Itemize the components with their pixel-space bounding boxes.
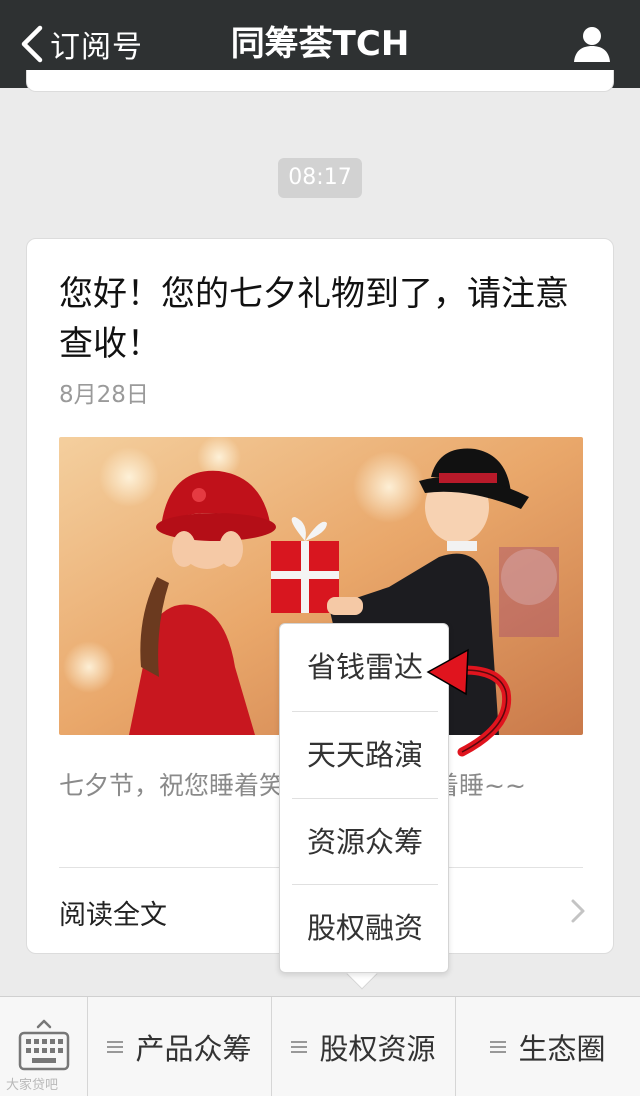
highlight-arrow-icon: [426, 648, 512, 757]
submenu-item-equity-financing[interactable]: 股权融资: [292, 885, 438, 971]
menu-tab-product-crowdfunding[interactable]: 产品众筹: [88, 997, 272, 1096]
submenu-item-resource-crowdfunding[interactable]: 资源众筹: [292, 799, 438, 885]
back-button-label: 订阅号: [50, 30, 143, 65]
chevron-left-icon: [21, 25, 43, 63]
submenu-item-savings-radar[interactable]: 省钱雷达: [292, 624, 438, 710]
bottom-menu-bar: 产品众筹 股权资源 生态圈: [0, 996, 640, 1096]
menu-lines-icon: [490, 1041, 507, 1053]
message-timestamp: 08:17: [278, 158, 362, 198]
page-title: 同筹荟TCH: [230, 24, 410, 64]
chevron-right-icon: [571, 899, 585, 923]
menu-lines-icon: [291, 1041, 308, 1053]
profile-icon[interactable]: [572, 24, 612, 64]
submenu-item-daily-roadshow[interactable]: 天天路演: [292, 712, 438, 798]
menu-tab-ecosystem[interactable]: 生态圈: [456, 997, 640, 1096]
read-more-label: 阅读全文: [59, 900, 167, 931]
menu-tab-label: 生态圈: [518, 1032, 606, 1066]
menu-tab-label: 产品众筹: [135, 1032, 252, 1066]
menu-tab-equity-resources[interactable]: 股权资源: [272, 997, 456, 1096]
keyboard-icon: [18, 1019, 70, 1071]
menu-tab-label: 股权资源: [319, 1032, 436, 1066]
back-button[interactable]: 订阅号: [18, 22, 143, 66]
article-title: 您好！您的七夕礼物到了，请注意查收！: [59, 274, 569, 364]
article-date: 8月28日: [59, 382, 149, 408]
menu-lines-icon: [107, 1041, 124, 1053]
previous-message-card: [26, 70, 614, 92]
watermark-text: 大家贷吧: [6, 1078, 59, 1093]
